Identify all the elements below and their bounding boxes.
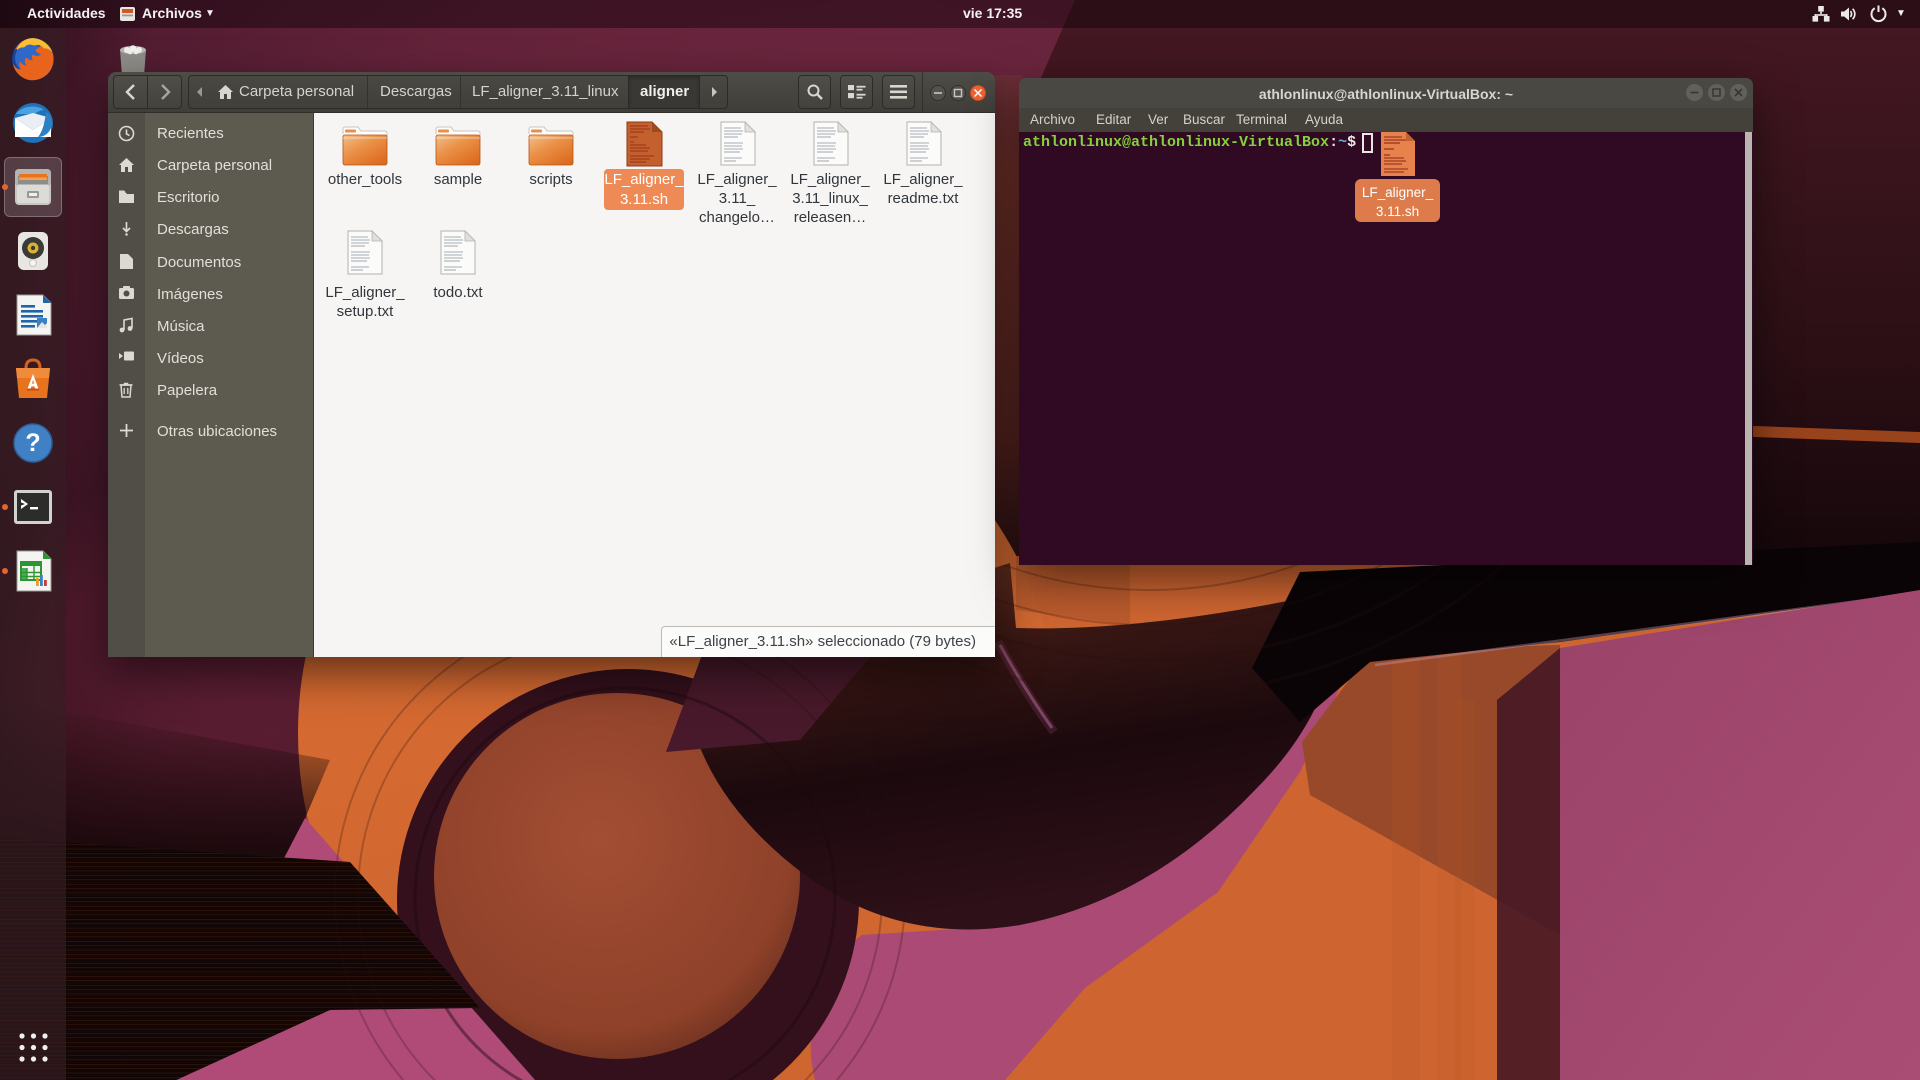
svg-text:?: ? (25, 429, 40, 457)
